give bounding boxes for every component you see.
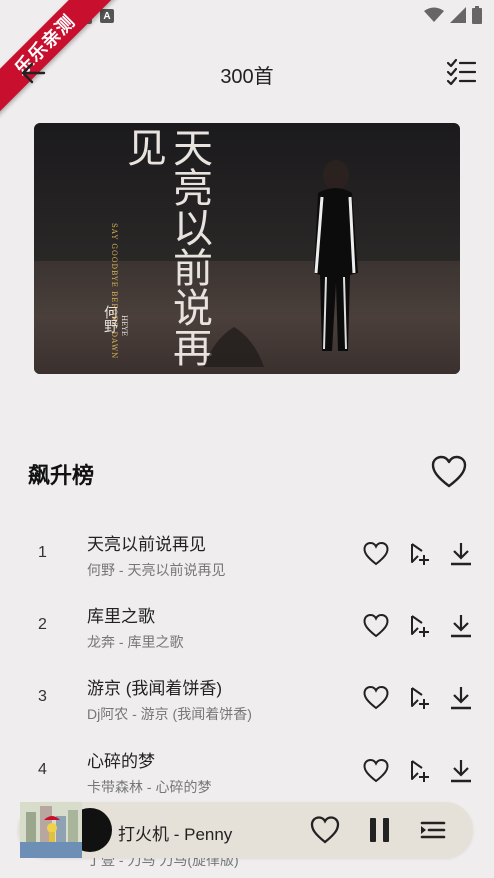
add-to-playlist-icon[interactable]	[406, 685, 432, 711]
song-row[interactable]: 1 天亮以前说再见 何野 - 天亮以前说再见	[0, 520, 494, 592]
heart-icon[interactable]	[363, 613, 389, 639]
mini-player[interactable]: 打火机 - Penny	[18, 802, 473, 858]
song-artist: 卡带森林 - 心碎的梦	[87, 779, 212, 795]
song-number: 1	[38, 544, 47, 561]
now-playing-title: 打火机 - Penny	[118, 825, 233, 844]
song-row[interactable]: 4 心碎的梦 卡带森林 - 心碎的梦	[0, 737, 494, 809]
heart-icon[interactable]	[363, 541, 389, 567]
heart-icon[interactable]	[431, 455, 467, 489]
song-title: 游京 (我闻着饼香)	[87, 679, 223, 698]
album-shadow	[204, 327, 264, 367]
checklist-icon[interactable]	[446, 58, 476, 86]
add-to-playlist-icon[interactable]	[406, 613, 432, 639]
song-row[interactable]: 3 游京 (我闻着饼香) Dj阿农 - 游京 (我闻着饼香)	[0, 664, 494, 736]
album-en-art: SAY GOODBYE BEFORE DAWN	[110, 223, 118, 360]
song-number: 2	[38, 616, 47, 633]
pause-icon[interactable]	[365, 815, 395, 845]
wifi-icon	[424, 7, 444, 22]
song-artist: Dj阿农 - 游京 (我闻着饼香)	[87, 706, 252, 722]
song-row[interactable]: 2 库里之歌 龙奔 - 库里之歌	[0, 592, 494, 664]
add-to-playlist-icon[interactable]	[406, 758, 432, 784]
song-title: 库里之歌	[87, 607, 155, 626]
now-playing-cover[interactable]	[20, 802, 82, 858]
album-artist-cn-art: 何野	[102, 305, 118, 333]
heart-icon[interactable]	[363, 758, 389, 784]
song-artist: 龙奔 - 库里之歌	[87, 634, 184, 650]
heart-icon[interactable]	[363, 685, 389, 711]
download-icon[interactable]	[448, 541, 474, 567]
battery-icon	[472, 6, 482, 24]
chart-title: 飙升榜	[28, 463, 95, 488]
download-icon[interactable]	[448, 685, 474, 711]
album-cover: 天亮以前说再见 SAY GOODBYE BEFORE DAWN 何野 HEYE	[34, 123, 460, 374]
signal-icon	[450, 7, 466, 23]
app-notification-icon: A	[100, 9, 114, 23]
song-number: 4	[38, 761, 47, 778]
download-icon[interactable]	[448, 613, 474, 639]
song-title: 心碎的梦	[87, 752, 155, 771]
queue-icon[interactable]	[418, 815, 448, 845]
heart-icon[interactable]	[310, 815, 340, 845]
album-figure	[314, 160, 358, 351]
song-artist: 何野 - 天亮以前说再见	[87, 562, 226, 578]
song-number: 3	[38, 688, 47, 705]
status-right	[424, 6, 482, 24]
page-title: 300首	[220, 66, 274, 88]
add-to-playlist-icon[interactable]	[406, 541, 432, 567]
song-title: 天亮以前说再见	[87, 535, 206, 554]
album-artist-en-art: HEYE	[120, 315, 128, 336]
download-icon[interactable]	[448, 758, 474, 784]
